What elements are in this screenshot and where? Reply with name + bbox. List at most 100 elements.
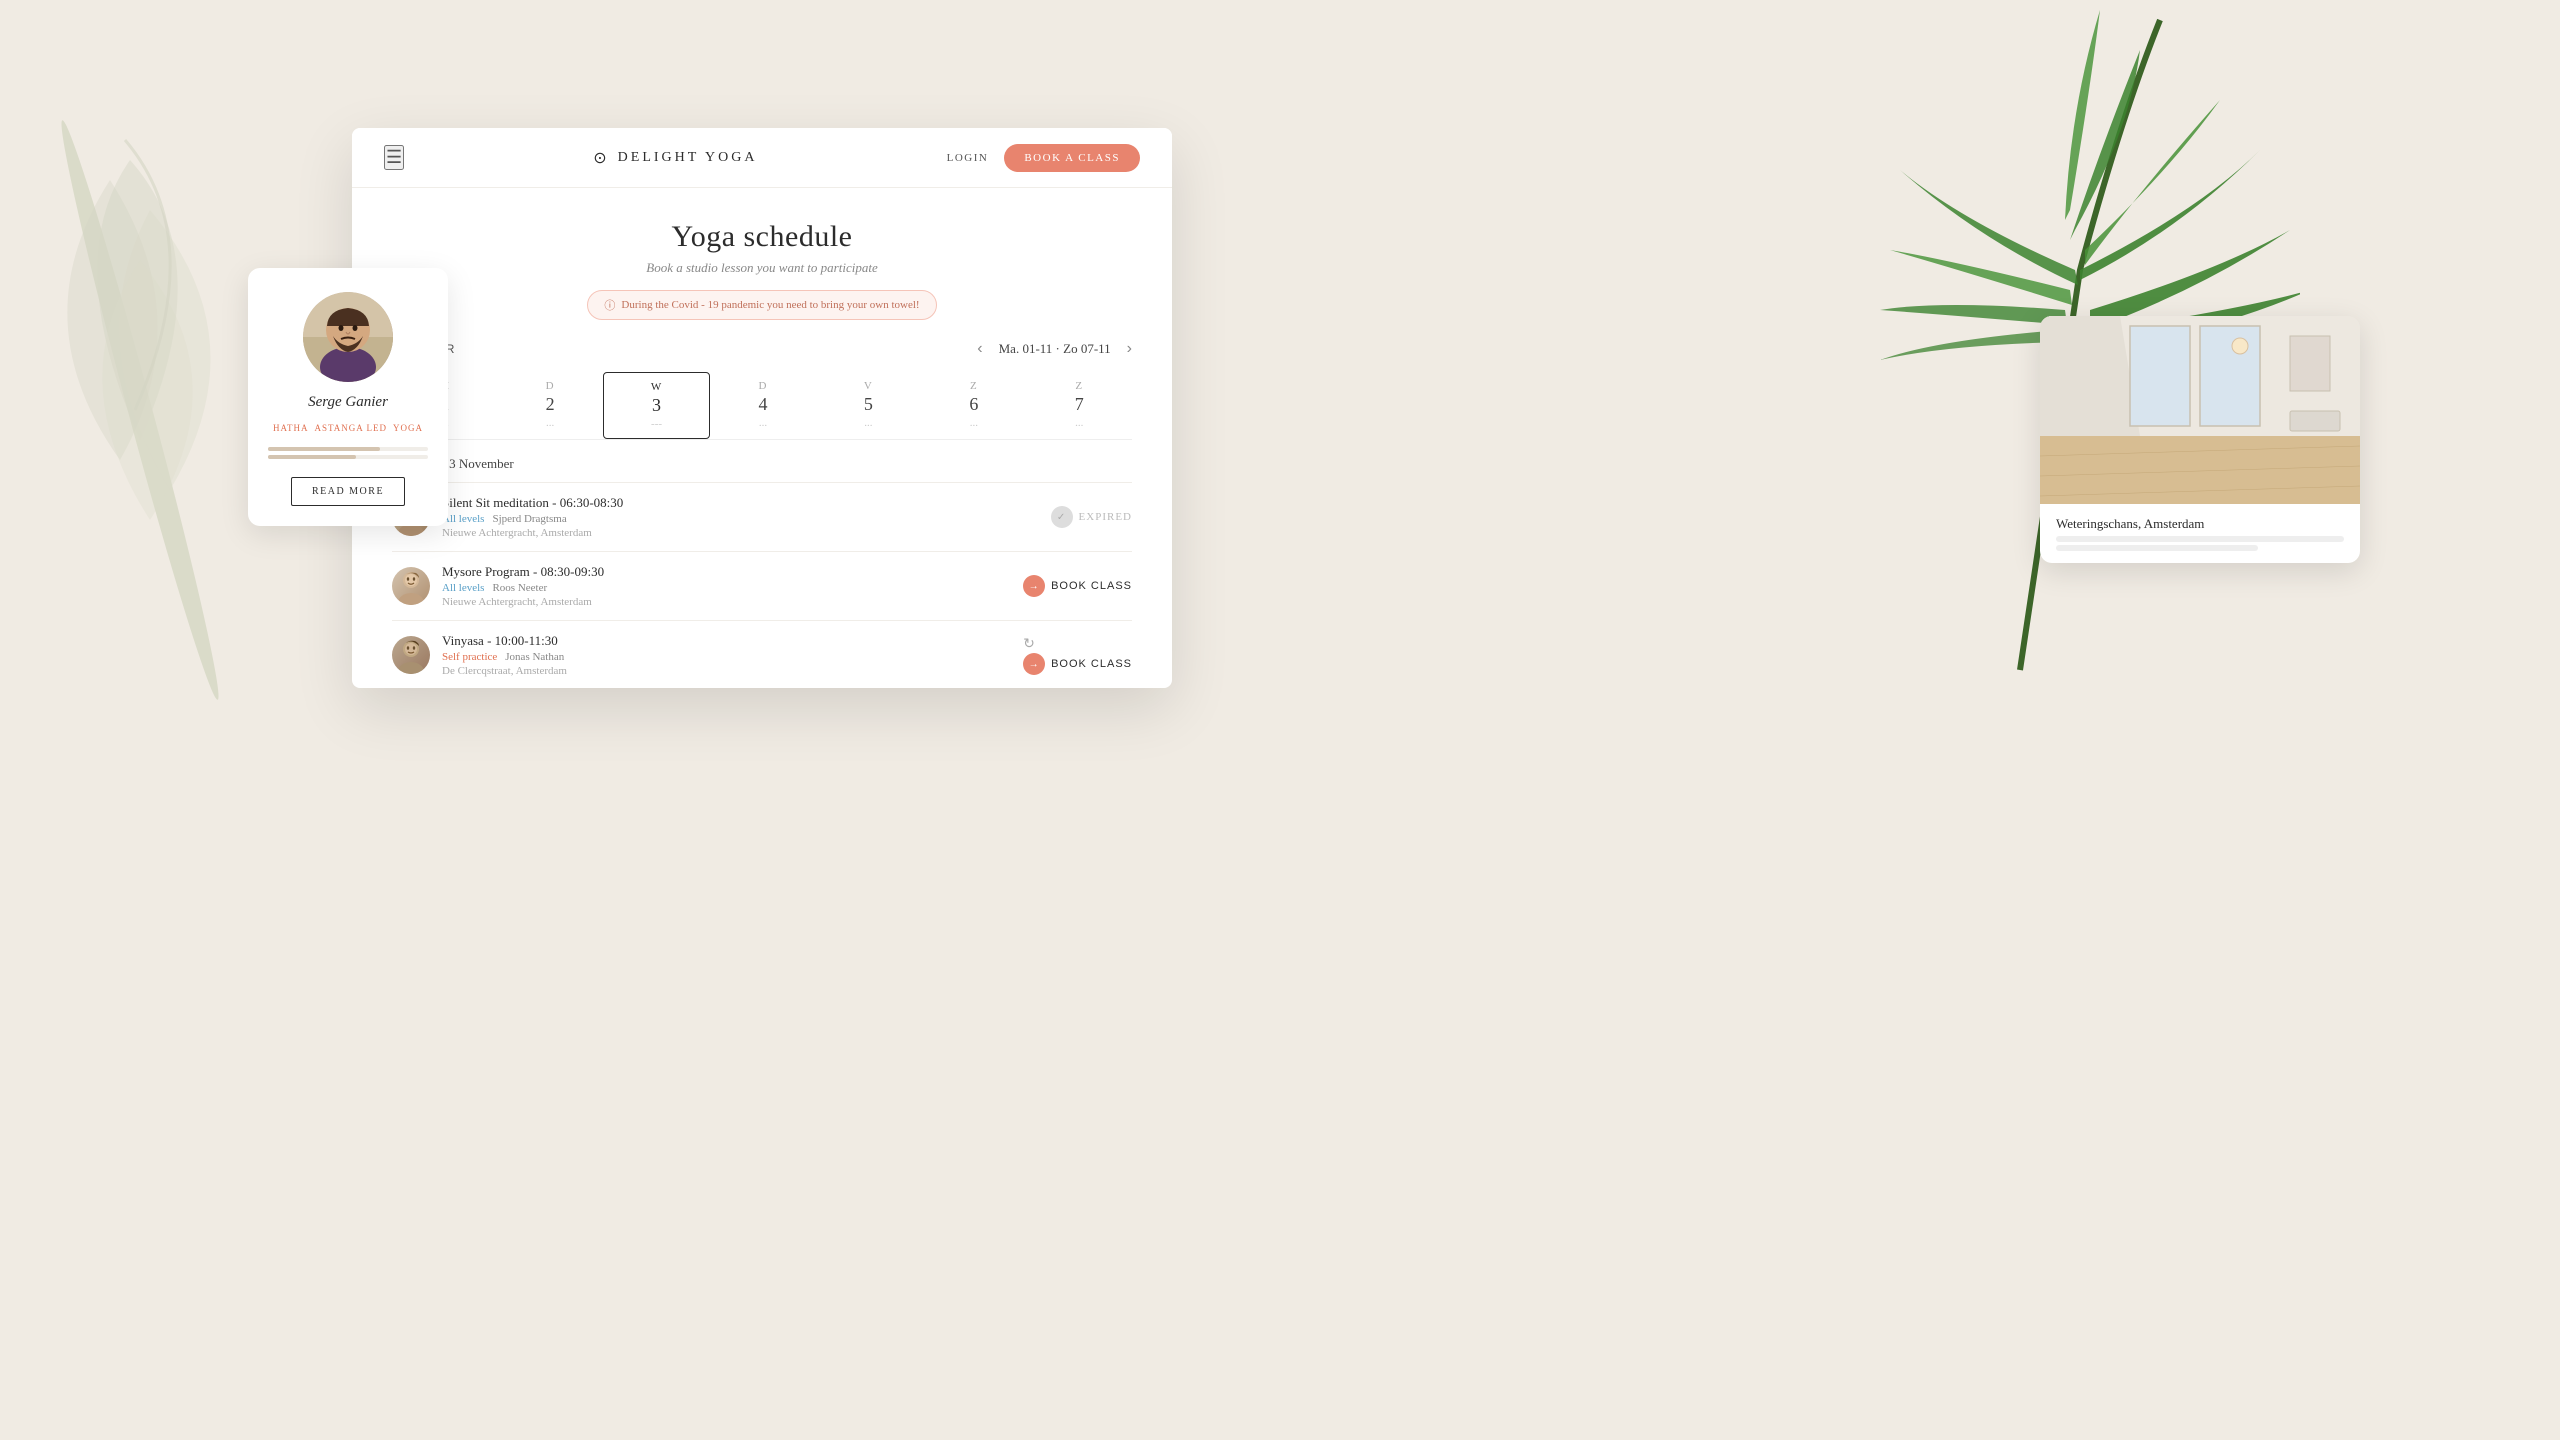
page-subtitle: Book a studio lesson you want to partici… [392, 260, 1132, 276]
book-class-button[interactable]: → BOOK CLASS [1023, 575, 1132, 597]
level-badge: Self practice [442, 651, 497, 663]
day-wednesday[interactable]: W 3 --- [603, 372, 710, 439]
main-content: Yoga schedule Book a studio lesson you w… [352, 188, 1172, 688]
day-number: 6 [925, 394, 1022, 415]
expired-badge: ✓ EXPIRED [1051, 506, 1132, 528]
level-badge: All levels [442, 582, 484, 594]
desc-line [2056, 545, 2258, 551]
class-meta: All levels Roos Neeter [442, 582, 1011, 594]
level-badge: All levels [442, 513, 484, 525]
studio-description [2056, 536, 2344, 551]
book-label: BOOK CLASS [1051, 658, 1132, 670]
day-tuesday[interactable]: D 2 ... [497, 372, 602, 439]
date-navigation: ‹ Ma. 01-11 · Zo 07-11 › [977, 340, 1132, 358]
instructor-name: Sjperd Dragtsma [492, 513, 566, 525]
expired-circle-icon: ✓ [1051, 506, 1073, 528]
instructor-name: Roos Neeter [492, 582, 547, 594]
class-location: Nieuwe Achtergracht, Amsterdam [442, 596, 1011, 608]
day-thursday[interactable]: D 4 ... [710, 372, 815, 439]
expired-label: EXPIRED [1079, 511, 1132, 523]
day-number: 4 [714, 394, 811, 415]
class-location: Nieuwe Achtergracht, Amsterdam [442, 527, 1039, 539]
day-number: 3 [608, 395, 705, 416]
class-list: Silent Sit meditation - 06:30-08:30 All … [392, 482, 1132, 688]
day-letter: V [820, 380, 917, 392]
class-title: Mysore Program - 08:30-09:30 [442, 564, 1011, 580]
book-icon: → [1023, 653, 1045, 675]
class-action[interactable]: → BOOK CLASS [1023, 575, 1132, 597]
section-day-label: Woensdag 3 November [392, 456, 1132, 472]
day-number: 2 [501, 394, 598, 415]
book-class-button[interactable]: → BOOK CLASS [1023, 653, 1132, 675]
class-info: Mysore Program - 08:30-09:30 All levels … [442, 564, 1011, 608]
studio-location: Weteringschans, Amsterdam [2056, 516, 2344, 532]
day-friday[interactable]: V 5 ... [816, 372, 921, 439]
class-title: Vinyasa - 10:00-11:30 [442, 633, 1011, 649]
day-letter: D [714, 380, 811, 392]
covid-notice: ⓘ During the Covid - 19 pandemic you nee… [587, 290, 936, 320]
day-dots: --- [608, 418, 705, 430]
class-row: Mysore Program - 08:30-09:30 All levels … [392, 551, 1132, 620]
read-more-button[interactable]: READ MORE [291, 477, 405, 506]
day-number: 5 [820, 394, 917, 415]
instructor-avatar [392, 636, 430, 674]
profile-card: Serge Ganier HATHA ASTANGA LED YOGA READ… [248, 268, 448, 526]
profile-name: Serge Ganier [268, 394, 428, 411]
studio-card: Weteringschans, Amsterdam [2040, 316, 2360, 563]
page-title: Yoga schedule [392, 220, 1132, 254]
login-button[interactable]: LOGIN [947, 152, 989, 164]
profile-tag-hatha: HATHA [273, 423, 309, 433]
day-sunday[interactable]: Z 7 ... [1027, 372, 1132, 439]
class-meta: Self practice Jonas Nathan [442, 651, 1011, 663]
date-range: Ma. 01-11 · Zo 07-11 [999, 341, 1111, 357]
profile-bar-1 [268, 447, 428, 451]
instructor-avatar [392, 567, 430, 605]
day-number: 7 [1031, 394, 1128, 415]
logo-icon: ⊙ [593, 148, 609, 168]
instructor-name: Jonas Nathan [505, 651, 564, 663]
filter-bar: ≡ FILTER ‹ Ma. 01-11 · Zo 07-11 › [392, 340, 1132, 358]
day-letter: W [608, 381, 705, 393]
class-location: De Clercqstraat, Amsterdam [442, 665, 1011, 677]
day-saturday[interactable]: Z 6 ... [921, 372, 1026, 439]
day-dots: ... [501, 417, 598, 429]
day-letter: Z [925, 380, 1022, 392]
logo-text: DELIGHT YOGA [618, 150, 758, 166]
profile-bar-2 [268, 455, 428, 459]
studio-info: Weteringschans, Amsterdam [2040, 504, 2360, 563]
day-strip: M 1 ... D 2 ... W 3 --- D 4 ... V 5 [392, 372, 1132, 440]
next-week-button[interactable]: › [1127, 340, 1132, 358]
book-label: BOOK CLASS [1051, 580, 1132, 592]
book-class-nav-button[interactable]: BOOK A CLASS [1004, 144, 1140, 172]
class-row: Silent Sit meditation - 06:30-08:30 All … [392, 482, 1132, 551]
prev-week-button[interactable]: ‹ [977, 340, 982, 358]
info-icon: ⓘ [604, 297, 615, 313]
class-action: ↻ → BOOK CLASS [1023, 635, 1132, 675]
profile-tag-astanga: ASTANGA LED [314, 423, 387, 433]
desc-line [2056, 536, 2344, 542]
day-dots: ... [1031, 417, 1128, 429]
covid-notice-text: During the Covid - 19 pandemic you need … [621, 299, 919, 311]
class-meta: All levels Sjperd Dragtsma [442, 513, 1039, 525]
day-dots: ... [925, 417, 1022, 429]
day-dots: ... [820, 417, 917, 429]
logo: ⊙ DELIGHT YOGA [593, 148, 757, 168]
navbar: ☰ ⊙ DELIGHT YOGA LOGIN BOOK A CLASS [352, 128, 1172, 188]
menu-icon[interactable]: ☰ [384, 145, 404, 170]
profile-tag-yoga: YOGA [393, 423, 423, 433]
class-row: Vinyasa - 10:00-11:30 Self practice Jona… [392, 620, 1132, 688]
book-icon: → [1023, 575, 1045, 597]
nav-actions: LOGIN BOOK A CLASS [947, 144, 1140, 172]
day-letter: Z [1031, 380, 1128, 392]
class-title: Silent Sit meditation - 06:30-08:30 [442, 495, 1039, 511]
class-action: ✓ EXPIRED [1051, 506, 1132, 528]
profile-tags: HATHA ASTANGA LED YOGA [268, 423, 428, 433]
day-dots: ... [714, 417, 811, 429]
day-letter: D [501, 380, 598, 392]
loading-icon: ↻ [1023, 637, 1035, 652]
studio-photo [2040, 316, 2360, 504]
class-info: Silent Sit meditation - 06:30-08:30 All … [442, 495, 1039, 539]
class-info: Vinyasa - 10:00-11:30 Self practice Jona… [442, 633, 1011, 677]
profile-avatar [303, 292, 393, 382]
browser-window: ☰ ⊙ DELIGHT YOGA LOGIN BOOK A CLASS Yoga… [352, 128, 1172, 688]
